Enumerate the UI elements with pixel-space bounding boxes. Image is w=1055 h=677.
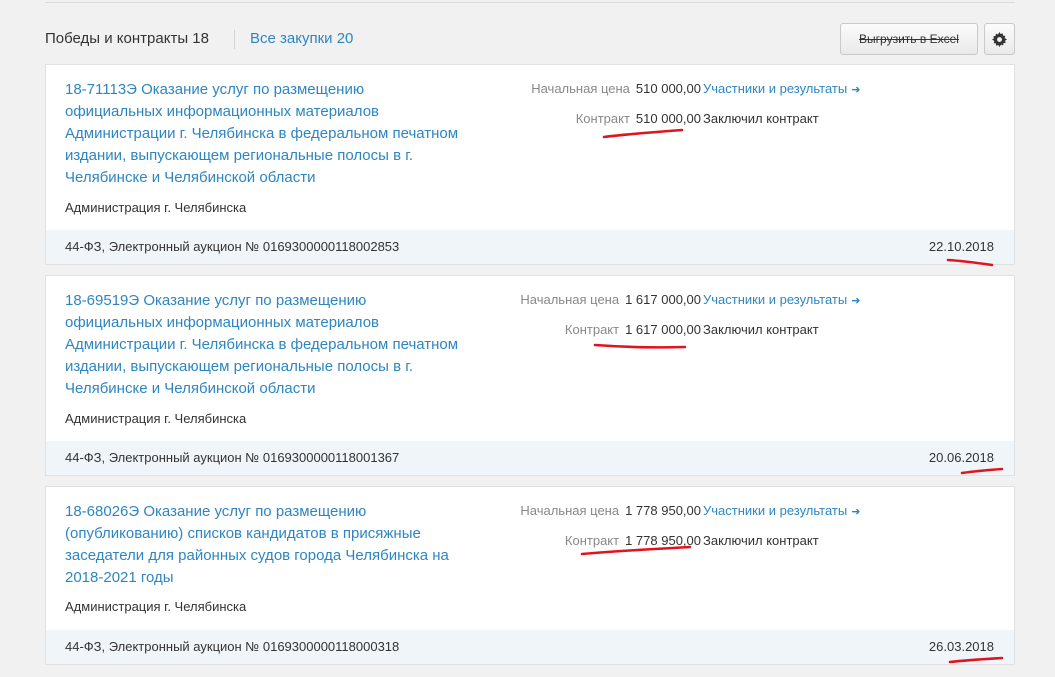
start-price-value: 510 000,00 xyxy=(635,81,701,96)
tab-wins-contracts[interactable]: Победы и контракты 18 xyxy=(45,30,209,47)
purchase-date: 20.06.2018 xyxy=(928,450,994,465)
gear-icon xyxy=(992,31,1007,47)
contract-status: Заключил контракт xyxy=(703,322,819,337)
settings-button[interactable] xyxy=(984,23,1015,55)
participants-results-link[interactable]: Участники и результаты ➜ xyxy=(703,81,860,96)
participants-link-label: Участники и результаты xyxy=(703,503,848,518)
purchase-title-link[interactable]: 18-71113Э Оказание услуг по размещению о… xyxy=(65,79,465,189)
export-excel-button[interactable]: Выгрузить в Excel xyxy=(840,23,978,55)
participants-link-label: Участники и результаты xyxy=(703,81,848,96)
results-header: Победы и контракты 18 Все закупки 20 Выг… xyxy=(45,18,1015,60)
contract-status: Заключил контракт xyxy=(703,533,819,548)
annotation-underline xyxy=(960,467,1004,475)
purchase-date: 26.03.2018 xyxy=(928,639,994,654)
arrow-right-icon: ➜ xyxy=(851,295,861,307)
contract-price-value: 1 617 000,00 xyxy=(625,322,701,337)
start-price-label: Начальная цена xyxy=(520,292,620,307)
start-price-row: Начальная цена 1 617 000,00 xyxy=(520,292,701,307)
annotation-underline xyxy=(602,128,684,139)
start-price-label: Начальная цена xyxy=(520,503,620,518)
contract-price-label: Контракт xyxy=(564,322,620,337)
purchase-title-link[interactable]: 18-69519Э Оказание услуг по размещению о… xyxy=(65,290,465,400)
procurement-info: 44-ФЗ, Электронный аукцион № 01693000001… xyxy=(65,450,400,465)
top-divider xyxy=(45,2,1015,3)
start-price-row: Начальная цена 510 000,00 xyxy=(531,81,701,96)
annotation-underline xyxy=(946,258,994,267)
customer-name: Администрация г. Челябинска xyxy=(65,411,247,426)
tab-divider xyxy=(234,30,235,49)
purchase-card: 18-68026Э Оказание услуг по размещению (… xyxy=(45,486,1015,665)
customer-name: Администрация г. Челябинска xyxy=(65,599,247,614)
card-footer: 44-ФЗ, Электронный аукцион № 01693000001… xyxy=(46,441,1014,475)
card-footer: 44-ФЗ, Электронный аукцион № 01693000001… xyxy=(46,230,1014,264)
participants-results-link[interactable]: Участники и результаты ➜ xyxy=(703,292,860,307)
procurement-info: 44-ФЗ, Электронный аукцион № 01693000001… xyxy=(65,239,400,254)
start-price-row: Начальная цена 1 778 950,00 xyxy=(520,503,701,518)
purchase-title-link[interactable]: 18-68026Э Оказание услуг по размещению (… xyxy=(65,501,450,589)
arrow-right-icon: ➜ xyxy=(851,84,861,96)
start-price-value: 1 778 950,00 xyxy=(625,503,701,518)
start-price-value: 1 617 000,00 xyxy=(625,292,701,307)
tab-all-purchases[interactable]: Все закупки 20 xyxy=(250,30,353,47)
arrow-right-icon: ➜ xyxy=(851,506,861,518)
annotation-underline xyxy=(593,343,687,349)
card-footer: 44-ФЗ, Электронный аукцион № 01693000001… xyxy=(46,630,1014,664)
participants-link-label: Участники и результаты xyxy=(703,292,848,307)
contract-price-row: Контракт 1 617 000,00 xyxy=(565,322,701,337)
purchase-card: 18-69519Э Оказание услуг по размещению о… xyxy=(45,275,1015,476)
annotation-underline xyxy=(948,656,1004,664)
customer-name: Администрация г. Челябинска xyxy=(65,200,247,215)
purchase-card: 18-71113Э Оказание услуг по размещению о… xyxy=(45,64,1015,265)
annotation-underline xyxy=(580,545,692,556)
participants-results-link[interactable]: Участники и результаты ➜ xyxy=(703,503,860,518)
contract-status: Заключил контракт xyxy=(703,111,819,126)
page: Победы и контракты 18 Все закупки 20 Выг… xyxy=(0,0,1055,677)
start-price-label: Начальная цена xyxy=(531,81,630,96)
purchase-date: 22.10.2018 xyxy=(928,239,994,254)
procurement-info: 44-ФЗ, Электронный аукцион № 01693000001… xyxy=(65,639,400,654)
